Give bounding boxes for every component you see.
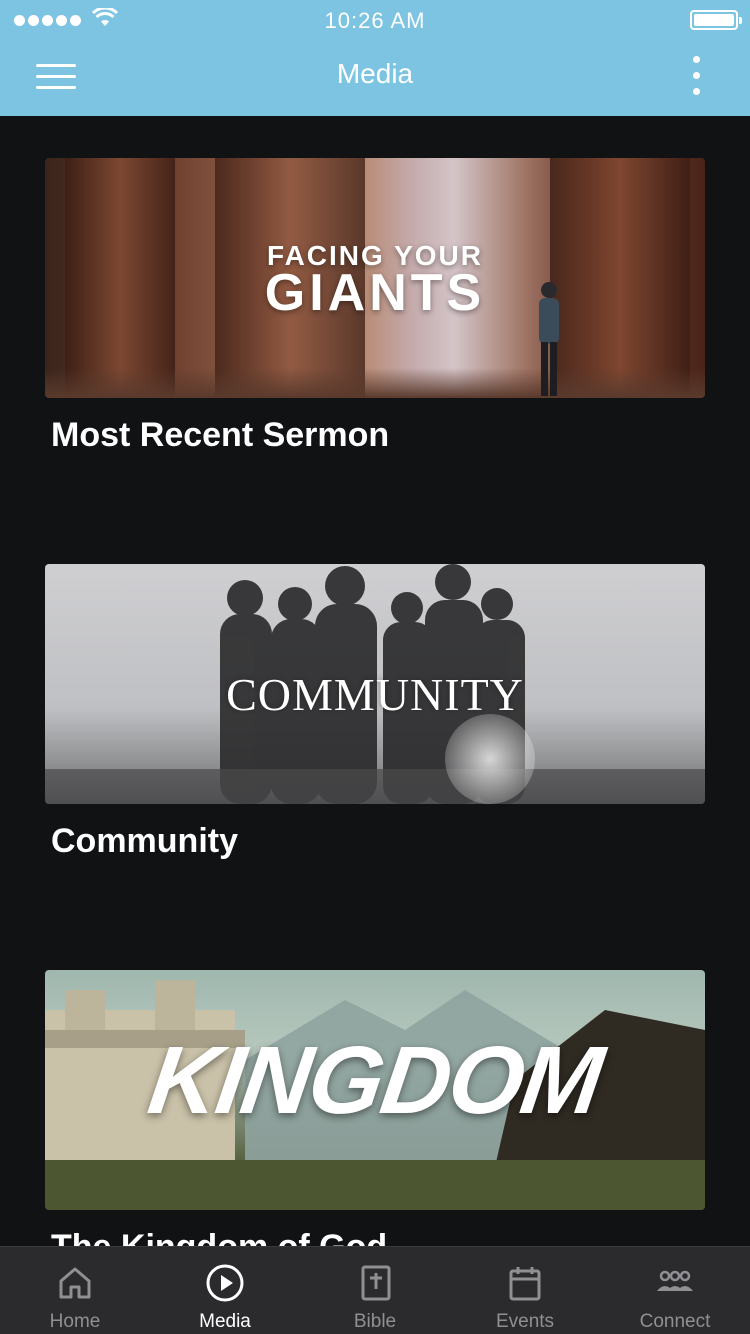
tab-media[interactable]: Media [150, 1247, 300, 1334]
tab-bar: Home Media Bible Events Connect [0, 1246, 750, 1334]
card-title: Most Recent Sermon [51, 416, 390, 454]
tab-label: Connect [639, 1311, 711, 1332]
tab-label: Home [49, 1311, 101, 1332]
home-icon [59, 1267, 91, 1299]
status-bar: 10:26 AM [0, 0, 750, 40]
top-bar: 10:26 AM Media [0, 0, 750, 116]
page-title: Media [336, 58, 414, 89]
sermon-banner-image: FACING YOUR GIANTS [45, 158, 705, 398]
tab-label: Bible [353, 1311, 397, 1332]
media-list[interactable]: FACING YOUR GIANTS Most Recent Sermon CO… [0, 116, 750, 1246]
banner-title: KINGDOM [142, 1027, 608, 1134]
calendar-icon [509, 1267, 541, 1301]
more-options-button[interactable] [690, 56, 702, 98]
tab-connect[interactable]: Connect [600, 1247, 750, 1334]
play-circle-icon [206, 1264, 244, 1302]
tab-home[interactable]: Home [0, 1247, 150, 1334]
tab-bible[interactable]: Bible [300, 1247, 450, 1334]
hiker-figure [539, 282, 559, 396]
bible-icon [361, 1265, 391, 1301]
people-icon [657, 1270, 693, 1291]
media-card-community[interactable]: COMMUNITY Community [45, 564, 705, 860]
community-banner-image: COMMUNITY [45, 564, 705, 804]
status-time: 10:26 AM [324, 8, 426, 33]
card-title: Community [51, 822, 238, 860]
media-card-kingdom[interactable]: KINGDOM The Kingdom of God [45, 970, 705, 1246]
tab-label: Media [199, 1311, 251, 1332]
battery-icon [690, 10, 742, 30]
tab-label: Events [495, 1311, 555, 1332]
kingdom-banner-image: KINGDOM [45, 970, 705, 1210]
card-title: The Kingdom of God [51, 1228, 387, 1246]
media-card-recent-sermon[interactable]: FACING YOUR GIANTS Most Recent Sermon [45, 158, 705, 454]
banner-title-line2: GIANTS [264, 264, 486, 322]
banner-title: COMMUNITY [226, 669, 524, 720]
tab-events[interactable]: Events [450, 1247, 600, 1334]
